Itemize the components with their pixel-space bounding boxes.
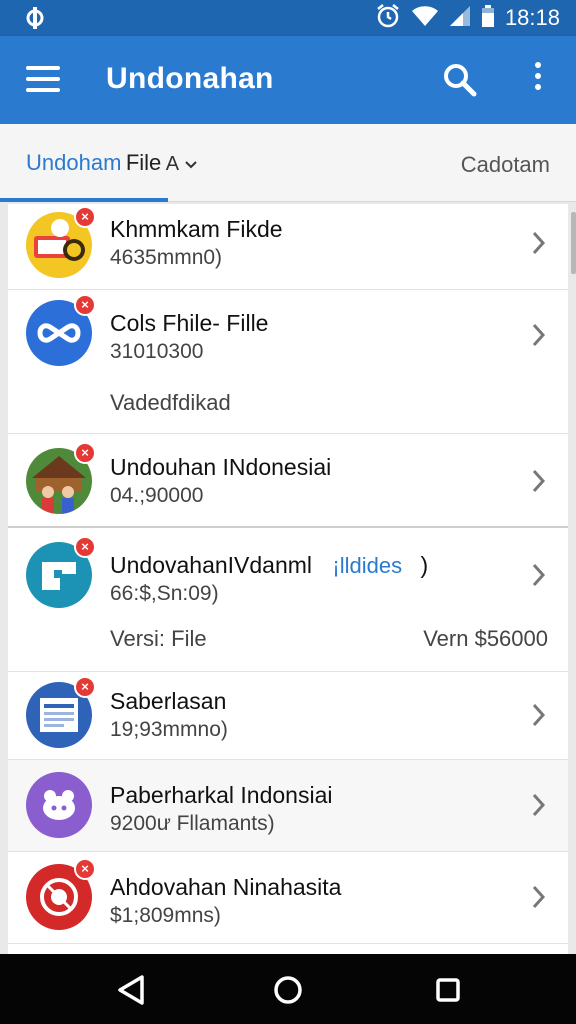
list-item[interactable]: × Ahdovahan Ninahasita $1;809mns) [8,852,568,944]
item-tag-link[interactable]: ¡lldides [332,553,402,578]
home-circle-icon[interactable] [270,974,306,1006]
remove-badge-icon[interactable]: × [74,442,96,464]
flag-shape-icon: × [26,536,96,608]
village-people-icon: × [26,442,96,514]
sort-label: A [165,153,180,175]
list-item[interactable]: × Saberlasan 19;93mmno) [8,672,568,760]
red-emblem-icon: × [26,858,96,930]
scrollbar[interactable] [571,212,576,274]
wifi-icon [411,5,439,32]
tab-underline [0,198,168,202]
infinity-link-icon: × [26,294,96,366]
chevron-right-icon [532,885,546,909]
chevron-right-icon [532,793,546,817]
item-subtitle: 9200ư Fllamants) [110,812,275,835]
remove-badge-icon[interactable]: × [74,536,96,558]
item-title-tail: ) [420,552,429,578]
status-time: 18:18 [504,5,560,30]
list-item[interactable]: Paberharkal Indonsiai 9200ư Fllamants) [8,760,568,852]
back-triangle-icon[interactable] [114,974,150,1006]
document-form-icon: × [26,676,96,748]
wallet-cartoon-icon: × [26,206,96,278]
remove-badge-icon[interactable]: × [74,676,96,698]
item-subtitle: 31010300 [110,340,204,363]
battery-icon [481,4,495,32]
tab-label-secondary: File [125,150,162,175]
chevron-right-icon [532,231,546,255]
tab-label-primary: Undoham [26,150,122,175]
item-extra-right: Vern $56000 [423,626,548,651]
file-list: × Khmmkam Fikde 4635mmn0) × Cols Fhile- … [8,204,568,954]
remove-badge-icon[interactable]: × [74,294,96,316]
more-vertical-icon[interactable] [526,62,550,102]
system-nav-bar [0,954,576,1024]
chevron-right-icon [532,469,546,493]
tab-files[interactable]: Undoham File A [0,124,230,202]
chevron-down-icon [184,157,198,174]
item-title: Cols Fhile- Fille [110,310,269,336]
hamburger-menu-icon[interactable] [26,66,60,94]
remove-badge-icon[interactable]: × [74,858,96,880]
list-item[interactable]: × UndovahanIVdanml ¡lldides ) 66:$,Sn:09… [8,528,568,672]
pinwheel-icon [24,6,46,36]
alarm-icon [375,3,401,34]
item-subtitle: 19;93mmno) [110,718,228,741]
recents-square-icon[interactable] [430,974,466,1006]
item-subtitle: 04.;90000 [110,484,204,507]
signal-icon [449,5,471,32]
chevron-right-icon [532,703,546,727]
tab-cadotam[interactable]: Cadotam [461,152,550,178]
item-subtitle: 4635mmn0) [110,246,223,269]
item-subtitle: $1;809mns) [110,904,221,927]
app-title: Undonahan [106,62,274,95]
toad-mascot-icon [26,772,92,838]
item-extra: Vadedfdikad [110,390,231,415]
item-title: Ahdovahan Ninahasita [110,874,342,900]
item-title: Undouhan INdonesiai [110,454,332,480]
search-icon[interactable] [440,60,480,100]
chevron-right-icon [532,563,546,587]
item-title: Khmmkam Fikde [110,216,283,242]
chevron-right-icon [532,323,546,347]
item-title: Saberlasan [110,688,227,714]
item-subtitle: 66:$,Sn:09) [110,582,219,605]
list-item[interactable]: × Khmmkam Fikde 4635mmn0) [8,204,568,290]
tab-row: Undoham File A Cadotam [0,124,576,202]
status-bar: 18:18 [0,0,576,36]
list-item[interactable]: × Undouhan INdonesiai 04.;90000 [8,434,568,528]
remove-badge-icon[interactable]: × [74,206,96,228]
item-title: UndovahanIVdanml [110,552,313,578]
item-title: Paberharkal Indonsiai [110,782,333,808]
app-bar: Undonahan [0,36,576,124]
item-extra: Versi: File [110,626,207,651]
item-title-line: UndovahanIVdanml ¡lldides ) [110,552,428,579]
list-item[interactable]: × Cols Fhile- Fille 31010300 Vadedfdikad [8,290,568,434]
